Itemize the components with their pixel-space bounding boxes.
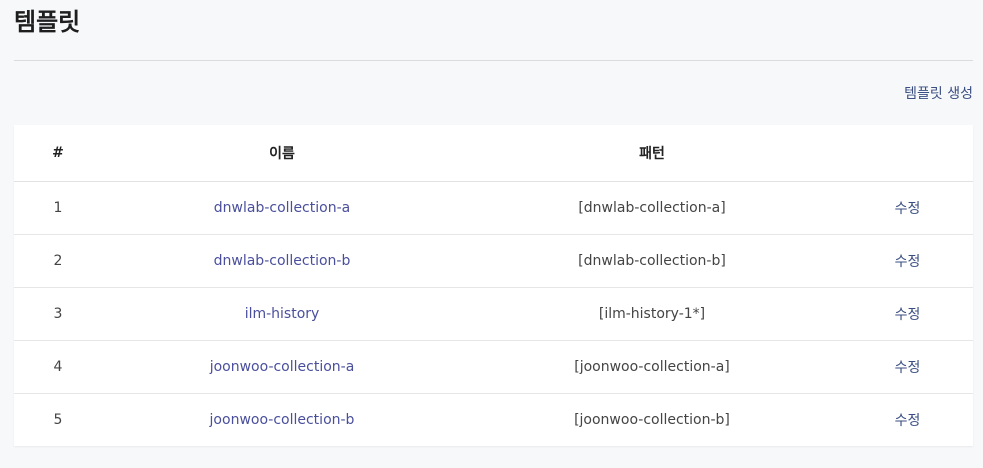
row-num: 5	[53, 412, 63, 428]
row-num: 1	[14, 181, 102, 235]
templates-table-card: # 이름 패턴 1 dnwlab-collection-a [dnwlab-co…	[14, 125, 973, 446]
table-row: 1 dnwlab-collection-a [dnwlab-collection…	[14, 181, 973, 235]
template-name-link[interactable]: joonwoo-collection-b	[210, 412, 355, 428]
table-row: 2 dnwlab-collection-b [dnwlab-collection…	[14, 234, 973, 288]
row-pattern: [dnwlab-collection-b]	[462, 234, 842, 288]
row-pattern: [ilm-history-1*]	[462, 287, 842, 341]
header-name: 이름	[102, 125, 462, 182]
header-pattern: 패턴	[462, 125, 842, 182]
edit-link[interactable]: 수정	[895, 307, 921, 323]
row-num: 2	[14, 234, 102, 288]
title-divider	[14, 60, 973, 61]
edit-link[interactable]: 수정	[895, 201, 921, 217]
table-header-row: # 이름 패턴	[14, 125, 973, 182]
edit-link[interactable]: 수정	[895, 413, 921, 429]
header-num: #	[14, 125, 102, 182]
page-title: 템플릿	[14, 8, 81, 36]
table-row: 5 joonwoo-collection-b [joonwoo-collecti…	[14, 394, 973, 447]
template-name-link[interactable]: ilm-history	[245, 306, 320, 322]
template-name-link[interactable]: dnwlab-collection-b	[214, 253, 351, 269]
templates-table: # 이름 패턴 1 dnwlab-collection-a [dnwlab-co…	[14, 125, 973, 446]
edit-link[interactable]: 수정	[895, 360, 921, 376]
table-row: 4 joonwoo-collection-a [joonwoo-collecti…	[14, 340, 973, 394]
row-pattern: [joonwoo-collection-b]	[574, 412, 730, 428]
row-num: 3	[14, 287, 102, 341]
edit-link[interactable]: 수정	[895, 254, 921, 270]
row-pattern: [joonwoo-collection-a]	[462, 340, 842, 394]
row-num: 4	[14, 340, 102, 394]
header-action	[842, 125, 973, 182]
template-name-link[interactable]: dnwlab-collection-a	[214, 200, 350, 216]
create-template-link[interactable]: 템플릿 생성	[904, 83, 973, 103]
table-row: 3 ilm-history [ilm-history-1*] 수정	[14, 287, 973, 341]
row-pattern: [dnwlab-collection-a]	[462, 181, 842, 235]
template-name-link[interactable]: joonwoo-collection-a	[210, 359, 355, 375]
